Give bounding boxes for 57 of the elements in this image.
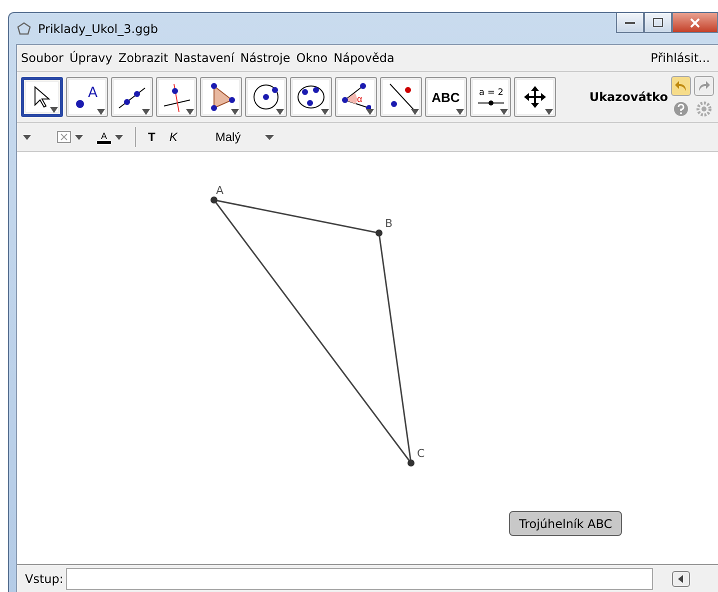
caret-icon xyxy=(75,134,83,140)
point-label: B xyxy=(385,217,393,230)
point[interactable] xyxy=(376,230,382,236)
menu-item[interactable]: Úpravy xyxy=(69,51,112,65)
caret-icon[interactable] xyxy=(23,134,31,140)
app-logo-icon xyxy=(16,20,32,36)
tool-button[interactable] xyxy=(110,77,153,117)
menu-item[interactable]: Nápověda xyxy=(334,51,394,65)
cursor-icon xyxy=(32,85,52,109)
tool-button[interactable] xyxy=(245,77,288,117)
left-arrow-icon xyxy=(677,575,685,583)
maximize-icon xyxy=(653,18,663,27)
minimize-icon xyxy=(625,20,635,24)
circle-icon xyxy=(251,82,282,112)
line-style-icon xyxy=(57,131,71,143)
tool-button[interactable] xyxy=(21,77,63,117)
input-help-button[interactable] xyxy=(672,571,690,587)
font-size-dropdown[interactable]: Malý xyxy=(213,130,276,144)
point-label: C xyxy=(417,447,425,460)
maximize-button[interactable] xyxy=(644,13,672,33)
tool-button[interactable] xyxy=(380,77,422,117)
minimize-button[interactable] xyxy=(616,13,644,33)
close-button[interactable] xyxy=(672,13,718,33)
menu-item[interactable]: Nástroje xyxy=(240,51,290,65)
menu-item[interactable]: Okno xyxy=(296,51,328,65)
menu-item[interactable]: Nastavení xyxy=(174,51,234,65)
menu-item[interactable]: Zobrazit xyxy=(118,51,168,65)
perpendicular-lines-icon xyxy=(162,82,192,112)
italic-button[interactable]: K xyxy=(167,130,180,144)
tool-button[interactable]: A xyxy=(66,77,108,117)
text-color-dropdown[interactable]: A xyxy=(95,130,126,144)
bold-button[interactable]: T xyxy=(146,130,158,144)
undo-icon xyxy=(674,80,688,92)
text-tool-label: ABC xyxy=(432,90,460,104)
caret-icon xyxy=(264,134,274,140)
tool-button[interactable] xyxy=(290,77,332,117)
redo-icon xyxy=(697,80,711,92)
input-field[interactable] xyxy=(66,568,653,590)
canvas-button[interactable]: Trojúhelník ABC xyxy=(509,511,622,536)
line-style-dropdown[interactable] xyxy=(55,131,85,143)
input-label: Vstup: xyxy=(25,572,64,586)
tool-name: Ukazovátko xyxy=(589,90,668,104)
close-icon xyxy=(690,18,700,28)
tool-button[interactable] xyxy=(200,77,242,117)
point[interactable] xyxy=(210,196,218,204)
caret-icon xyxy=(115,134,124,140)
point-label: A xyxy=(216,184,224,197)
login-link[interactable]: Přihlásit... xyxy=(650,51,710,65)
tool-button[interactable]: ABC xyxy=(424,77,467,117)
tool-button[interactable]: α xyxy=(335,77,377,117)
menu-item[interactable]: Soubor xyxy=(21,51,64,65)
tool-button[interactable] xyxy=(156,77,198,117)
window-title: Priklady_Ukol_3.ggb xyxy=(38,22,158,36)
undo-button[interactable] xyxy=(671,76,691,96)
move-arrows-icon xyxy=(522,84,548,110)
point[interactable] xyxy=(408,460,414,466)
tool-button[interactable] xyxy=(514,77,556,117)
